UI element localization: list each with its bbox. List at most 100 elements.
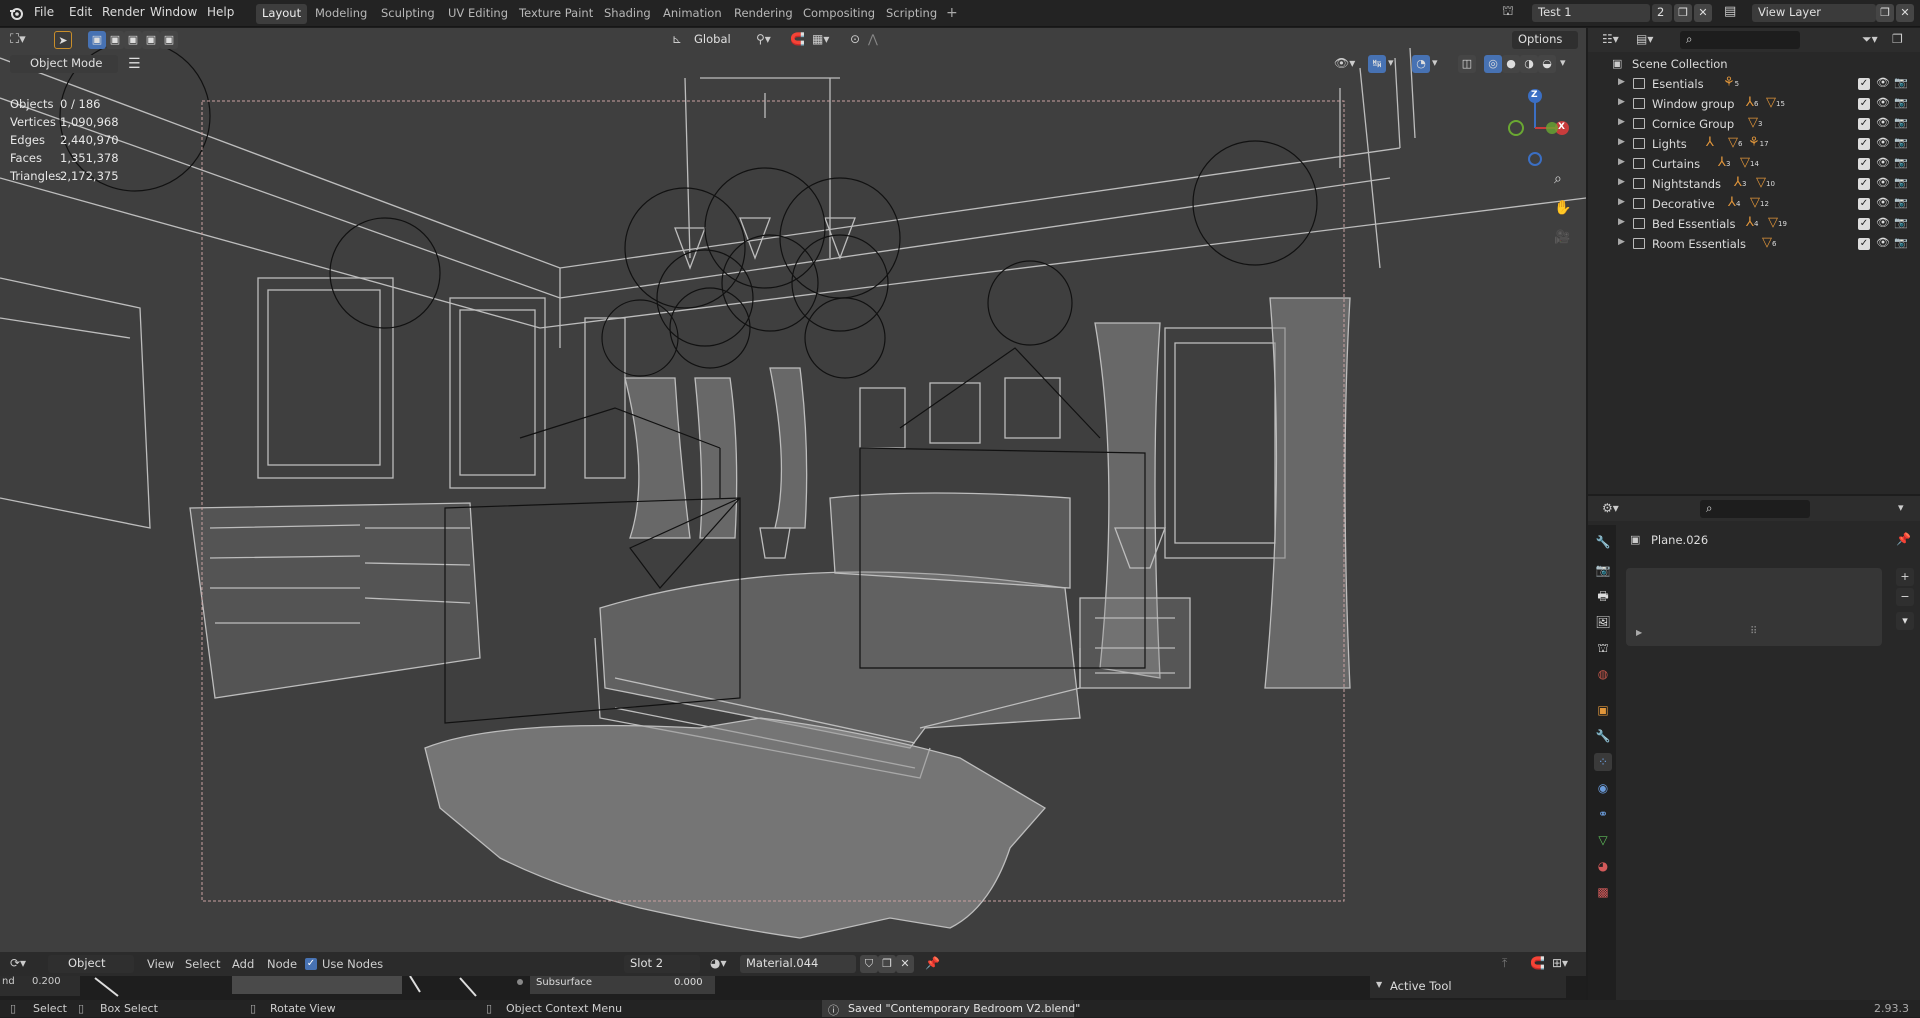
scene-users-count[interactable]: 2 [1652, 4, 1672, 22]
properties-options-icon[interactable]: ▾ [1898, 501, 1904, 514]
menu-window[interactable]: Window [150, 5, 197, 19]
exclude-checkbox[interactable]: ✓ [1858, 98, 1870, 110]
menu-node[interactable]: Node [267, 957, 297, 971]
menu-add[interactable]: Add [232, 957, 254, 971]
tab-layout[interactable]: Layout [256, 4, 308, 24]
outliner-row-nightstands[interactable]: ▶ Nightstands ⅄3 ▽10 ✓ 👁 📷 [1588, 174, 1920, 194]
new-collection-icon[interactable]: ❐ [1892, 32, 1903, 46]
resize-handle-icon[interactable]: ⠿ [1750, 626, 1757, 637]
options-dropdown[interactable]: Options [1512, 31, 1578, 49]
tab-uv-editing[interactable]: UV Editing [442, 4, 514, 24]
select-tool-icon[interactable]: ➤ [54, 31, 72, 49]
outliner-row-room-essentials[interactable]: ▶ Room Essentials ▽6 ✓ 👁 📷 [1588, 234, 1920, 254]
render-camera-icon[interactable]: 📷 [1894, 96, 1908, 109]
particles-tab-icon[interactable]: ⁘ [1594, 753, 1612, 771]
pin-material-icon[interactable]: 📌 [925, 956, 940, 970]
select-intersect-icon[interactable]: ▣ [142, 31, 160, 49]
expand-icon[interactable]: ▶ [1618, 197, 1625, 207]
expand-icon[interactable]: ▶ [1618, 77, 1625, 87]
exclude-checkbox[interactable]: ✓ [1858, 178, 1870, 190]
duplicate-material-icon[interactable]: ❐ [878, 955, 896, 973]
tool-tab-icon[interactable]: 🔧 [1594, 533, 1612, 551]
overlay-dropdown-icon[interactable]: ▾ [1432, 56, 1438, 69]
material-browse-icon[interactable]: ◕▾ [710, 956, 727, 970]
duplicate-scene-icon[interactable]: ❐ [1674, 4, 1692, 22]
properties-search-input[interactable]: ⌕ [1700, 500, 1810, 518]
menu-render[interactable]: Render [102, 5, 145, 19]
visibility-icon[interactable]: 👁▾ [1334, 56, 1355, 70]
exclude-checkbox[interactable]: ✓ [1858, 158, 1870, 170]
tab-modeling[interactable]: Modeling [309, 4, 373, 24]
gizmo-z-label[interactable]: Z [1531, 90, 1538, 100]
shader-type-dropdown[interactable]: Object [48, 955, 134, 973]
outliner-editor-icon[interactable]: ☷▾ [1602, 32, 1619, 46]
render-camera-icon[interactable]: 📷 [1894, 216, 1908, 229]
outliner-row-esentials[interactable]: ▶ Esentials ⚘5 ✓ 👁 📷 [1588, 74, 1920, 94]
solid-shading-icon[interactable]: ● [1502, 55, 1520, 73]
exclude-checkbox[interactable]: ✓ [1858, 138, 1870, 150]
tab-sculpting[interactable]: Sculpting [375, 4, 441, 24]
menu-view[interactable]: View [147, 957, 174, 971]
gizmo-x-label[interactable]: X [1558, 122, 1565, 132]
use-nodes-checkbox[interactable]: ✓ [305, 958, 317, 970]
material-slot-list[interactable]: ▶ ⠿ [1626, 568, 1882, 646]
gizmo-toggle-icon[interactable]: ↹ [1368, 55, 1386, 73]
eye-icon[interactable]: 👁 [1876, 96, 1890, 109]
render-camera-icon[interactable]: 📷 [1894, 236, 1908, 249]
material-shading-icon[interactable]: ◑ [1520, 55, 1538, 73]
eye-icon[interactable]: 👁 [1876, 176, 1890, 189]
expand-icon[interactable]: ▶ [1618, 157, 1625, 167]
remove-view-layer-icon[interactable]: ✕ [1896, 4, 1914, 22]
eye-icon[interactable]: 👁 [1876, 216, 1890, 229]
camera-view-icon[interactable]: 🎥 [1554, 230, 1570, 245]
world-tab-icon[interactable]: ◍ [1594, 665, 1612, 683]
tab-shading[interactable]: Shading [598, 4, 657, 24]
select-invert-icon[interactable]: ▣ [160, 31, 178, 49]
menu-select[interactable]: Select [185, 957, 220, 971]
scene-collection-row[interactable]: ▣ Scene Collection [1588, 54, 1920, 74]
slot-menu-icon[interactable]: ▾ [1896, 612, 1914, 630]
close-scene-icon[interactable]: ✕ [1694, 4, 1712, 22]
snap-grid-icon[interactable]: ▦▾ [812, 32, 829, 46]
falloff-icon[interactable]: ⋀ [868, 32, 878, 46]
outliner-row-window-group[interactable]: ▶ Window group ⅄6 ▽15 ✓ 👁 📷 [1588, 94, 1920, 114]
modifier-tab-icon[interactable]: 🔧 [1594, 727, 1612, 745]
blender-logo-icon[interactable] [8, 5, 24, 21]
render-tab-icon[interactable]: 📷 [1594, 561, 1612, 579]
expand-icon[interactable]: ▶ [1618, 237, 1625, 247]
add-view-layer-icon[interactable]: ❐ [1876, 4, 1894, 22]
exclude-checkbox[interactable]: ✓ [1858, 238, 1870, 250]
pin-icon[interactable]: 📌 [1896, 532, 1911, 546]
tab-scripting[interactable]: Scripting [880, 4, 943, 24]
subsurface-value[interactable]: 0.000 [674, 977, 703, 988]
menu-help[interactable]: Help [207, 5, 234, 19]
shader-editor-type-icon[interactable]: ⟳▾ [10, 956, 26, 970]
select-extend-icon[interactable]: ▣ [106, 31, 124, 49]
zoom-icon[interactable]: ⌕ [1554, 171, 1562, 187]
outliner-row-bed-essentials[interactable]: ▶ Bed Essentials ⅄4 ▽19 ✓ 👁 📷 [1588, 214, 1920, 234]
node-field-value[interactable]: 0.200 [32, 976, 61, 987]
gizmo-dropdown-icon[interactable]: ▾ [1388, 56, 1394, 69]
material-tab-icon[interactable]: ◕ [1594, 857, 1612, 875]
outliner-row-cornice-group[interactable]: ▶ Cornice Group ▽3 ✓ 👁 📷 [1588, 114, 1920, 134]
outliner-search-input[interactable]: ⌕ [1680, 31, 1800, 49]
hamburger-menu-icon[interactable]: ☰ [128, 56, 141, 72]
scene-tab-icon[interactable]: ⛫ [1594, 639, 1612, 657]
overlay-toggle-icon[interactable]: ◔ [1412, 55, 1430, 73]
outliner-row-decorative[interactable]: ▶ Decorative ⅄4 ▽12 ✓ 👁 📷 [1588, 194, 1920, 214]
render-camera-icon[interactable]: 📷 [1894, 156, 1908, 169]
save-notification[interactable]: ⓘ Saved "Contemporary Bedroom V2.blend" [822, 1000, 1080, 1017]
view-layer-icon[interactable]: ▤ [1724, 4, 1736, 19]
constraints-tab-icon[interactable]: ⚭ [1594, 805, 1612, 823]
menu-edit[interactable]: Edit [69, 5, 92, 19]
object-data-tab-icon[interactable]: ▽ [1594, 831, 1612, 849]
xray-toggle-icon[interactable]: ◫ [1458, 55, 1476, 73]
eye-icon[interactable]: 👁 [1876, 116, 1890, 129]
scene-name-field[interactable]: Test 1 [1532, 4, 1650, 22]
expand-list-icon[interactable]: ▶ [1636, 628, 1642, 637]
properties-editor-icon[interactable]: ⚙▾ [1602, 501, 1619, 515]
node-canvas[interactable]: nd 0.200 Subsurface 0.000 ▼ Active Tool [0, 976, 1586, 1000]
remove-slot-icon[interactable]: − [1896, 588, 1914, 606]
view-layer-field[interactable]: View Layer [1752, 4, 1876, 22]
add-workspace-icon[interactable]: + [946, 5, 958, 21]
